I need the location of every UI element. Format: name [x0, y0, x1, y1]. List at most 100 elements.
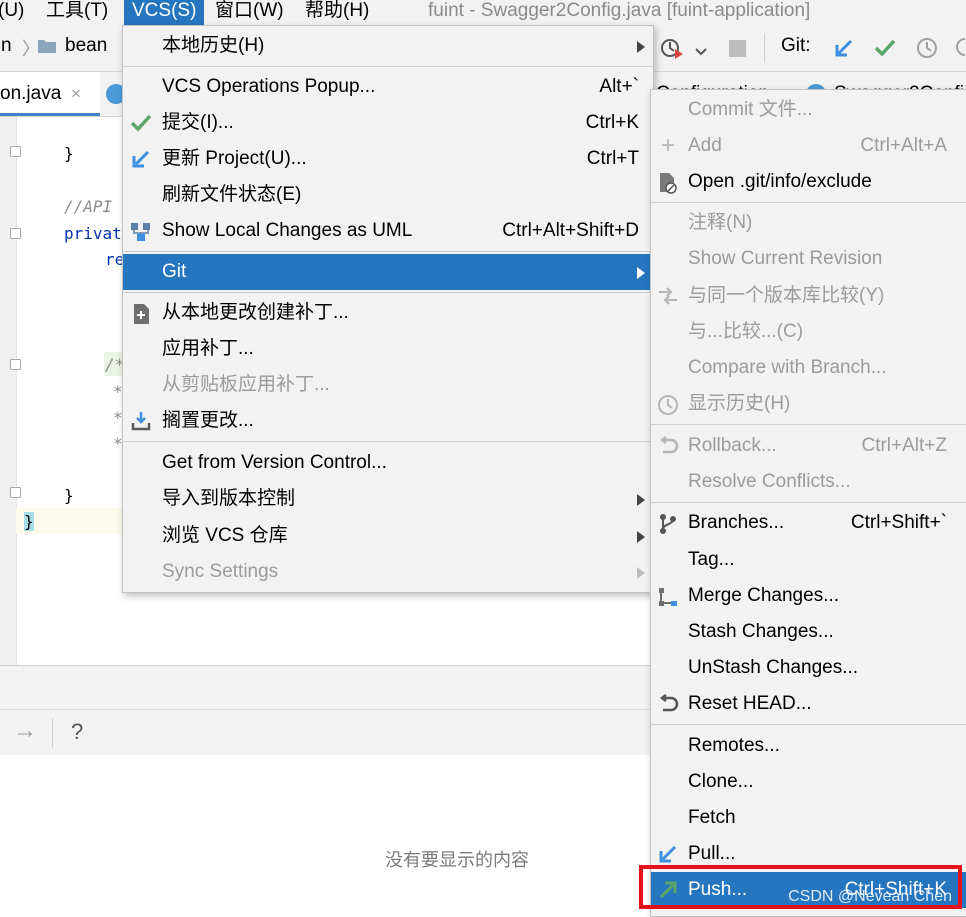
- close-icon[interactable]: ×: [71, 84, 81, 104]
- menu-item-browse-vcs-repo[interactable]: 浏览 VCS 仓库: [123, 518, 653, 554]
- exclude-file-icon: [657, 172, 679, 194]
- menu-item-git[interactable]: Git: [123, 254, 653, 290]
- menu-item-unstash-changes[interactable]: UnStash Changes...: [651, 650, 966, 686]
- menu-item-label: Compare with Branch...: [688, 357, 887, 378]
- submenu-arrow-icon: [637, 567, 645, 579]
- menu-item-label: 注释(N): [688, 212, 753, 233]
- stop-icon[interactable]: [729, 40, 746, 57]
- menu-window[interactable]: 窗口(W): [215, 0, 284, 25]
- git-history-icon[interactable]: [915, 36, 939, 65]
- fold-marker[interactable]: [10, 487, 21, 498]
- menu-item-tag[interactable]: Tag...: [651, 542, 966, 578]
- menu-item-commit[interactable]: 提交(I)... Ctrl+K: [123, 105, 653, 141]
- breadcrumb-item[interactable]: n: [1, 35, 12, 57]
- menu-item-create-patch[interactable]: 从本地更改创建补丁...: [123, 295, 653, 331]
- menu-item-vcs-operations-popup[interactable]: VCS Operations Popup... Alt+`: [123, 69, 653, 105]
- menu-item-resolve-conflicts[interactable]: Resolve Conflicts...: [651, 464, 966, 500]
- menu-item-annotate[interactable]: 注释(N): [651, 205, 966, 241]
- menu-item-label: 与同一个版本库比较(Y): [688, 285, 885, 306]
- commit-check-icon: [130, 113, 152, 133]
- menu-item-shortcut: Ctrl+Alt+Shift+D: [502, 220, 639, 241]
- window-title: fuint - Swagger2Config.java [fuint-appli…: [428, 0, 811, 21]
- menu-vcs[interactable]: VCS(S): [124, 0, 205, 25]
- git-commit-icon[interactable]: [873, 37, 897, 64]
- menu-item-stash-changes[interactable]: Stash Changes...: [651, 614, 966, 650]
- git-rollback-icon[interactable]: [955, 35, 966, 66]
- menu-item-shortcut: Ctrl+K: [585, 112, 639, 133]
- menu-item-label: 提交(I)...: [162, 112, 234, 133]
- menu-item-label: 本地历史(H): [162, 35, 265, 56]
- menu-view[interactable]: (U): [0, 0, 24, 25]
- menu-item-refresh-file-status[interactable]: 刷新文件状态(E): [123, 177, 653, 213]
- menu-item-update-project[interactable]: 更新 Project(U)... Ctrl+T: [123, 141, 653, 177]
- menu-item-compare-same-repo[interactable]: 与同一个版本库比较(Y): [651, 278, 966, 314]
- menu-item-label: 刷新文件状态(E): [162, 184, 302, 205]
- menu-item-label: 应用补丁...: [162, 338, 254, 359]
- menu-item-label: Sync Settings: [162, 561, 279, 582]
- menu-item-label: Get from Version Control...: [162, 452, 387, 473]
- menu-separator: [651, 724, 966, 725]
- menu-item-commit-file[interactable]: Commit 文件...: [651, 92, 966, 128]
- menu-item-label: 更新 Project(U)...: [162, 148, 307, 169]
- menu-item-local-history[interactable]: 本地历史(H): [123, 28, 653, 64]
- menu-item-add[interactable]: + Add Ctrl+Alt+A: [651, 128, 966, 164]
- menu-item-merge-changes[interactable]: Merge Changes...: [651, 578, 966, 614]
- code-brace: }: [64, 144, 74, 163]
- fold-marker[interactable]: [10, 359, 21, 370]
- menu-item-show-history[interactable]: 显示历史(H): [651, 386, 966, 422]
- breadcrumb-bean[interactable]: bean: [65, 35, 107, 57]
- chevron-down-icon[interactable]: [695, 43, 707, 61]
- menu-item-shortcut: Alt+`: [599, 76, 639, 97]
- toolbar-divider: [52, 718, 53, 748]
- menu-item-sync-settings[interactable]: Sync Settings: [123, 554, 653, 590]
- menu-item-shortcut: Ctrl+Alt+A: [860, 135, 947, 156]
- menu-item-label: Resolve Conflicts...: [688, 471, 851, 492]
- menu-separator: [123, 251, 653, 252]
- plus-icon: +: [660, 132, 675, 159]
- menu-item-fetch[interactable]: Fetch: [651, 800, 966, 836]
- menu-item-show-current-revision[interactable]: Show Current Revision: [651, 241, 966, 277]
- git-update-icon[interactable]: [833, 37, 855, 64]
- menu-item-label: 浏览 VCS 仓库: [162, 525, 288, 546]
- menu-bar: (U) 工具(T) VCS(S) 窗口(W) 帮助(H) fuint - Swa…: [0, 0, 966, 25]
- reset-icon: [657, 694, 679, 714]
- menu-item-label: Branches...: [688, 512, 785, 533]
- menu-item-open-git-exclude[interactable]: Open .git/info/exclude: [651, 164, 966, 200]
- compare-arrows-icon: [657, 286, 679, 306]
- menu-tools[interactable]: 工具(T): [46, 0, 108, 25]
- menu-item-label: 搁置更改...: [162, 410, 254, 431]
- menu-item-label: 与...比较...(C): [688, 321, 804, 342]
- code-brace: }: [64, 486, 74, 505]
- menu-item-shelve-changes[interactable]: 搁置更改...: [123, 403, 653, 439]
- arrow-right-icon[interactable]: →: [13, 717, 37, 745]
- tab-active[interactable]: on.java ×: [0, 72, 100, 116]
- code-keyword: privat: [64, 224, 122, 243]
- menu-item-compare-with-branch[interactable]: Compare with Branch...: [651, 350, 966, 386]
- run-history-icon[interactable]: [660, 36, 686, 65]
- menu-item-reset-head[interactable]: Reset HEAD...: [651, 686, 966, 722]
- folder-icon: [37, 38, 57, 59]
- menu-separator: [123, 66, 653, 67]
- menu-item-apply-patch[interactable]: 应用补丁...: [123, 331, 653, 367]
- menu-item-label: Add: [688, 135, 722, 156]
- menu-item-rollback[interactable]: Rollback... Ctrl+Alt+Z: [651, 428, 966, 464]
- menu-item-label: Clone...: [688, 771, 754, 792]
- menu-item-get-from-vcs[interactable]: Get from Version Control...: [123, 445, 653, 481]
- merge-icon: [657, 586, 679, 606]
- menu-item-clone[interactable]: Clone...: [651, 764, 966, 800]
- fold-marker[interactable]: [10, 228, 21, 239]
- help-icon[interactable]: ?: [71, 719, 83, 745]
- menu-item-apply-patch-clipboard[interactable]: 从剪贴板应用补丁...: [123, 367, 653, 403]
- menu-item-import-into-vcs[interactable]: 导入到版本控制: [123, 481, 653, 517]
- menu-item-show-local-changes-uml[interactable]: Show Local Changes as UML Ctrl+Alt+Shift…: [123, 213, 653, 249]
- menu-item-remotes[interactable]: Remotes...: [651, 728, 966, 764]
- watermark: CSDN @Nevean Chen: [788, 888, 952, 905]
- menu-item-label: 显示历史(H): [688, 393, 791, 414]
- fold-marker[interactable]: [10, 146, 21, 157]
- menu-item-branches[interactable]: Branches... Ctrl+Shift+`: [651, 505, 966, 541]
- menu-item-compare-with[interactable]: 与...比较...(C): [651, 314, 966, 350]
- patch-file-icon: [130, 303, 152, 324]
- menu-help[interactable]: 帮助(H): [305, 0, 369, 25]
- menu-item-shortcut: Ctrl+T: [586, 148, 639, 169]
- menu-item-label: Reset HEAD...: [688, 693, 812, 714]
